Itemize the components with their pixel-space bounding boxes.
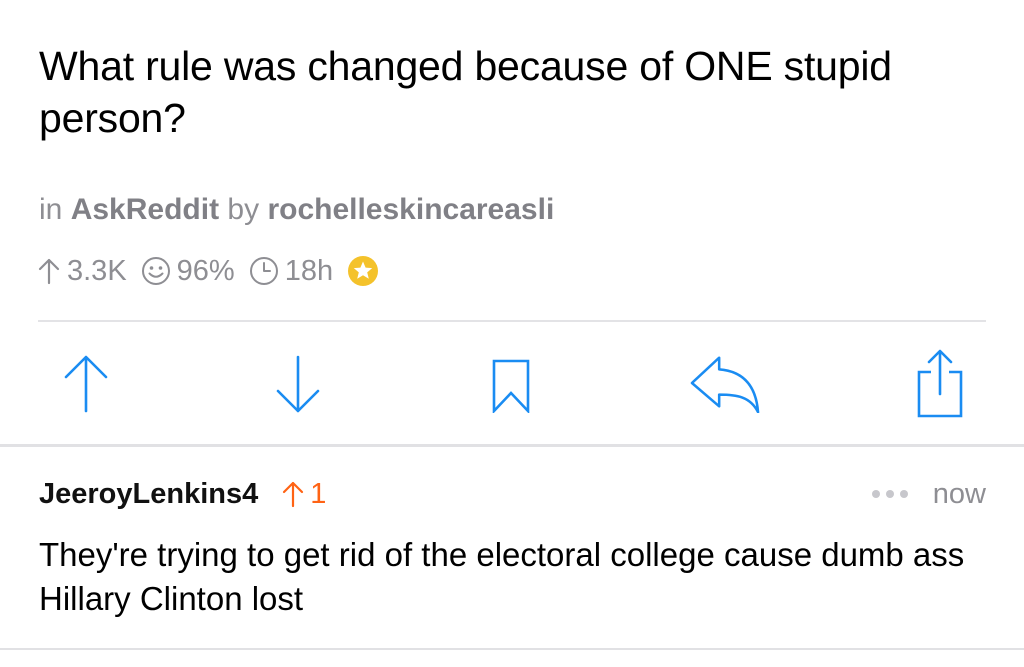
small-up-arrow-icon: [38, 258, 60, 285]
comments-divider: [0, 444, 1024, 447]
comment-header: JeeroyLenkins4 1 now: [39, 474, 986, 514]
share-icon: [917, 349, 963, 417]
post-age: 18h: [249, 255, 333, 288]
clock-icon: [249, 257, 278, 285]
up-arrow-icon: [64, 355, 108, 412]
post-title: What rule was changed because of ONE stu…: [39, 43, 892, 141]
post-meta: in AskReddit by rochelleskincareasli: [39, 193, 554, 227]
gilded-badge: [347, 255, 379, 287]
bookmark-icon: [492, 359, 530, 413]
post-age-value: 18h: [284, 254, 334, 287]
subreddit-link[interactable]: AskReddit: [71, 193, 219, 226]
upvote-ratio-value: 96%: [176, 254, 235, 287]
post-stats: 3.3K 96% 18h: [37, 253, 393, 289]
comment-author[interactable]: JeeroyLenkins4: [39, 478, 258, 511]
comment-body: They're trying to get rid of the elector…: [39, 536, 965, 617]
upvote-count: 3.3K: [37, 255, 127, 288]
upvote-ratio: 96%: [141, 255, 235, 288]
reply-button[interactable]: [690, 345, 760, 420]
comment-time: now: [932, 477, 986, 510]
gold-star-icon: [348, 256, 379, 286]
save-button[interactable]: [476, 345, 546, 420]
by-label: by: [227, 193, 260, 226]
comment-score-value: 1: [310, 477, 327, 510]
author-link[interactable]: rochelleskincareasli: [267, 193, 554, 226]
comment-bottom-divider: [0, 648, 1024, 650]
upvote-count-value: 3.3K: [67, 254, 127, 287]
orange-up-arrow-icon: [283, 481, 304, 508]
post-divider: [38, 320, 986, 322]
post-action-bar: [0, 345, 1024, 420]
downvote-button[interactable]: [263, 345, 333, 420]
post-detail-view: What rule was changed because of ONE stu…: [0, 0, 1024, 667]
comment-score: 1: [282, 478, 326, 511]
reply-icon: [690, 355, 760, 413]
in-label: in: [39, 193, 63, 226]
comment-meta: now: [869, 478, 986, 511]
smiley-icon: [141, 257, 170, 285]
more-options-icon[interactable]: [869, 490, 911, 498]
upvote-button[interactable]: [51, 345, 121, 420]
down-arrow-icon: [276, 355, 320, 412]
share-button[interactable]: [905, 345, 975, 420]
